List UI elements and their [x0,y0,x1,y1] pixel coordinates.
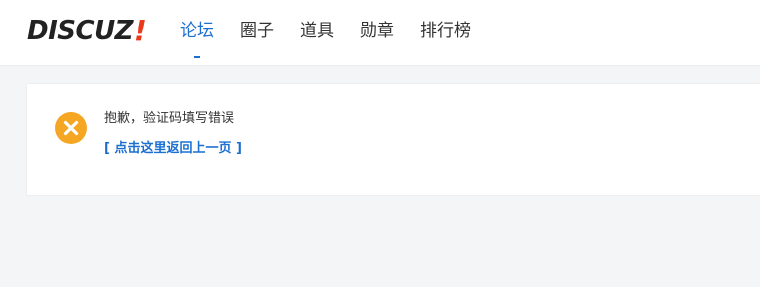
nav-item-medals[interactable]: 勋章 [360,21,394,41]
nav-item-forum[interactable]: 论坛 [180,21,214,58]
logo-text: DISCUZ [27,16,134,46]
top-header: DISCUZ! 论坛 圈子 道具 勋章 排行榜 [0,0,760,66]
discuz-logo[interactable]: DISCUZ! [27,14,147,47]
nav-item-ranking[interactable]: 排行榜 [420,21,471,41]
error-message: 抱歉，验证码填写错误 [104,111,235,126]
message-panel: 抱歉，验证码填写错误 [ 点击这里返回上一页 ] [26,83,760,196]
nav-item-props[interactable]: 道具 [300,21,334,41]
back-link[interactable]: [ 点击这里返回上一页 ] [104,140,242,158]
logo-mark: ! [134,14,147,47]
error-x-icon [55,112,87,144]
nav-item-circle[interactable]: 圈子 [240,21,274,41]
main-nav: 论坛 圈子 道具 勋章 排行榜 [180,0,497,66]
